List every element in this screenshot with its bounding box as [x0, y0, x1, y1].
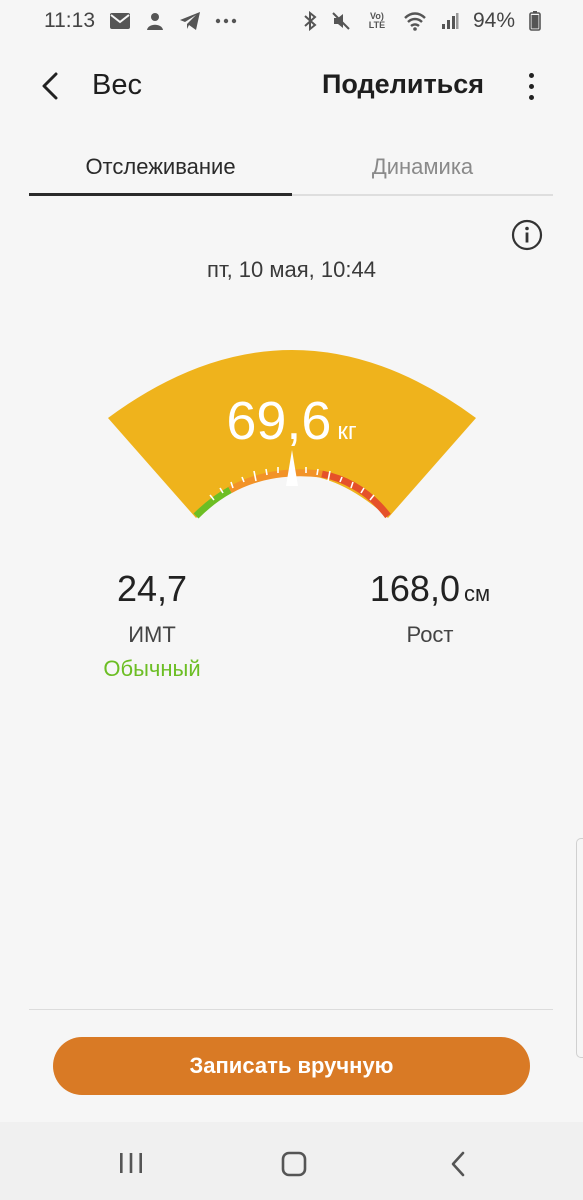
tab-bar: Отслеживание Динамика [29, 140, 553, 196]
page-title: Вес [92, 69, 142, 101]
status-right: Vo) LTE 94% [303, 9, 541, 33]
bmi-stat: 24,7 ИМТ Обычный [72, 568, 232, 682]
telegram-icon [179, 11, 201, 31]
record-datetime: пт, 10 мая, 10:44 [207, 257, 376, 282]
more-options-button[interactable] [517, 66, 545, 106]
network-label: Vo) LTE [368, 11, 386, 30]
height-value: 168,0 [369, 568, 460, 609]
signal-icon [441, 12, 459, 30]
more-vertical-icon [528, 72, 534, 78]
user-badge-icon [145, 11, 165, 31]
home-button[interactable] [281, 1151, 307, 1182]
status-left: 11:13 [44, 9, 237, 33]
info-button[interactable] [511, 219, 543, 251]
height-stat: 168,0 см Рост [350, 568, 510, 648]
back-button[interactable] [30, 66, 70, 106]
status-bar: 11:13 Vo) LTE 94% [0, 0, 583, 42]
bluetooth-icon [303, 11, 317, 31]
nav-back-button[interactable] [449, 1151, 467, 1182]
status-time: 11:13 [44, 9, 95, 32]
weight-unit: кг [337, 418, 357, 445]
home-icon [281, 1151, 307, 1177]
share-button[interactable]: Поделиться [322, 69, 484, 100]
weight-value: 69,6 [226, 391, 332, 451]
navigation-bar [0, 1122, 583, 1200]
weight-value-display: 69,6 кг [0, 390, 583, 452]
edge-panel-handle[interactable] [576, 838, 583, 1058]
info-icon [511, 219, 543, 251]
bmi-value: 24,7 [116, 568, 188, 609]
mute-icon [331, 11, 351, 31]
height-label: Рост [406, 622, 454, 647]
height-value-row: 168,0 см [350, 568, 510, 610]
tab-tracking[interactable]: Отслеживание [29, 140, 292, 196]
record-manually-button[interactable]: Записать вручную [53, 1037, 530, 1095]
divider [29, 1009, 553, 1010]
tab-dynamics[interactable]: Динамика [292, 140, 553, 194]
more-vertical-icon-dot [528, 94, 534, 100]
recent-apps-button[interactable] [118, 1152, 144, 1179]
chevron-left-icon [42, 72, 58, 100]
more-vertical-icon-dot [528, 83, 534, 89]
app-bar: Вес Поделиться [0, 52, 583, 120]
battery-icon [529, 11, 541, 31]
mail-icon [109, 12, 131, 30]
bmi-status: Обычный [103, 656, 201, 681]
back-icon [451, 1151, 465, 1177]
recent-apps-icon [120, 1153, 142, 1173]
wifi-icon [403, 11, 427, 31]
height-unit: см [463, 581, 491, 606]
volte-icon: Vo) LTE [365, 12, 389, 30]
more-notifications-icon [215, 18, 237, 24]
battery-percent: 94% [472, 9, 515, 32]
bmi-label: ИМТ [128, 622, 176, 647]
